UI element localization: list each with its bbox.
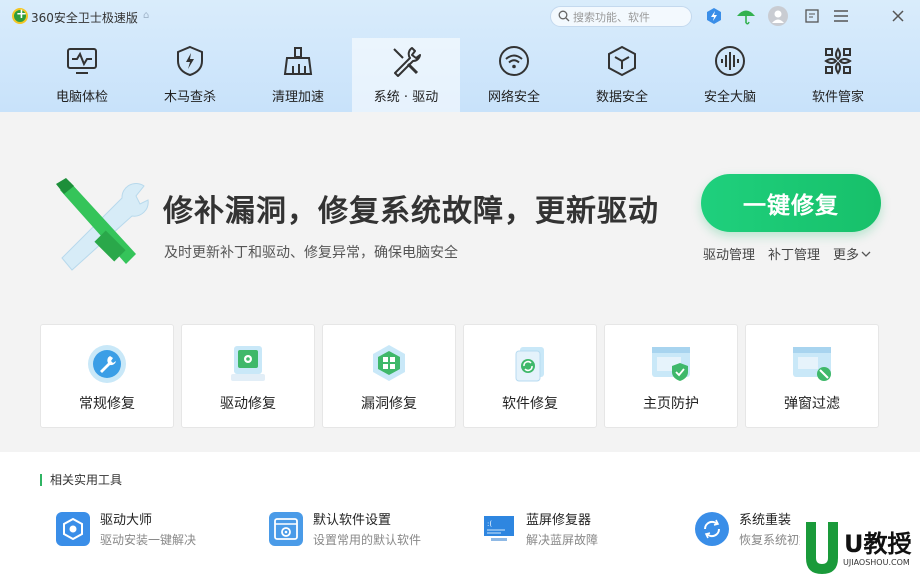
tab-label: 数据安全	[595, 90, 648, 105]
avatar[interactable]	[768, 6, 788, 26]
feedback-icon[interactable]	[802, 6, 822, 26]
hero-headline: 修补漏洞，修复系统故障，更新驱动	[163, 194, 659, 229]
brain-icon	[713, 44, 747, 78]
watermark-sub: UJIAOSHOU.COM	[843, 558, 910, 567]
tab-label: 系统 · 驱动	[373, 90, 439, 105]
tab-label: 软件管家	[811, 90, 864, 105]
popup-block-icon	[790, 343, 834, 385]
card-label: 驱动修复	[220, 396, 276, 412]
tool-default-software[interactable]: 默认软件设置 设置常用的默认软件	[269, 512, 421, 548]
card-regular-repair[interactable]: 常规修复	[40, 324, 174, 428]
more-label: 更多	[833, 248, 860, 263]
card-software-repair[interactable]: 软件修复	[463, 324, 597, 428]
tab-label: 安全大脑	[703, 90, 756, 105]
driver-disk-icon	[226, 343, 270, 385]
search-icon	[558, 10, 570, 22]
tab-network-security[interactable]: 网络安全	[460, 38, 568, 112]
one-click-repair-button[interactable]: 一键修复	[701, 174, 881, 232]
broom-icon	[281, 44, 315, 78]
card-vulnerability-repair[interactable]: 漏洞修复	[322, 324, 456, 428]
chevron-down-icon	[861, 251, 871, 257]
bluescreen-icon: :(	[482, 512, 516, 546]
card-label: 常规修复	[79, 396, 135, 412]
tool-name: 蓝屏修复器	[526, 513, 592, 528]
driver-master-icon	[56, 512, 90, 546]
main-nav: 电脑体检 木马查杀 清理加速 系统 · 驱动 网络安全 数据安全 安全大脑 软件…	[28, 38, 892, 112]
wrench-circle-icon	[85, 343, 129, 385]
search-box[interactable]	[550, 6, 692, 27]
app-logo	[12, 7, 28, 24]
card-popup-filter[interactable]: 弹窗过滤	[745, 324, 879, 428]
default-software-icon	[269, 512, 303, 546]
tab-label: 木马查杀	[163, 90, 216, 105]
tab-software-manager[interactable]: 软件管家	[784, 38, 892, 112]
tool-desc: 驱动安装一键解决	[100, 533, 197, 547]
watermark-logo: U教授 UJIAOSHOU.COM	[800, 518, 918, 580]
tab-label: 网络安全	[487, 90, 540, 105]
tool-desc: 设置常用的默认软件	[313, 533, 422, 547]
watermark-windows-icon	[806, 522, 838, 574]
repair-cards: 常规修复 驱动修复 漏洞修复 软件修复 主页防护 弹窗过滤	[40, 324, 886, 428]
tab-label: 清理加速	[271, 90, 324, 105]
tab-security-brain[interactable]: 安全大脑	[676, 38, 784, 112]
umbrella-icon[interactable]	[736, 6, 756, 26]
hero-links: 驱动管理 补丁管理 更多	[703, 244, 871, 263]
patch-management-link[interactable]: 补丁管理	[768, 244, 820, 263]
card-driver-repair[interactable]: 驱动修复	[181, 324, 315, 428]
tool-name: 默认软件设置	[313, 513, 392, 528]
more-dropdown[interactable]: 更多	[833, 244, 871, 263]
speed-icon[interactable]	[704, 6, 724, 26]
search-input[interactable]	[573, 9, 685, 25]
software-refresh-icon	[508, 343, 552, 385]
tab-trojan-scan[interactable]: 木马查杀	[136, 38, 244, 112]
watermark-text: U教授	[844, 530, 912, 558]
apps-icon	[821, 44, 855, 78]
version-icon[interactable]: ⌂	[143, 11, 153, 21]
tool-driver-master[interactable]: 驱动大师 驱动安装一键解决	[56, 512, 196, 548]
tool-bluescreen-repair[interactable]: :( 蓝屏修复器 解决蓝屏故障	[482, 512, 598, 548]
tab-label: 电脑体检	[55, 90, 108, 105]
card-label: 漏洞修复	[361, 396, 417, 412]
hero-subline: 及时更新补丁和驱动、修复异常，确保电脑安全	[164, 245, 458, 261]
shield-lightning-icon	[173, 44, 207, 78]
windows-shield-icon	[367, 343, 411, 385]
homepage-shield-icon	[649, 343, 693, 385]
card-label: 软件修复	[502, 396, 558, 412]
reinstall-icon	[695, 512, 729, 546]
app-title: 360安全卫士极速版	[31, 11, 138, 25]
driver-management-link[interactable]: 驱动管理	[703, 244, 755, 263]
card-label: 主页防护	[643, 396, 699, 412]
repair-tools-illustration	[56, 178, 149, 271]
title-bar: 360安全卫士极速版 ⌂	[0, 0, 920, 34]
close-icon[interactable]	[888, 6, 908, 26]
card-label: 弹窗过滤	[784, 396, 840, 412]
svg-text::(: :(	[487, 520, 492, 528]
tab-data-security[interactable]: 数据安全	[568, 38, 676, 112]
tool-desc: 解决蓝屏故障	[526, 533, 599, 547]
menu-icon[interactable]	[831, 6, 851, 26]
tab-system-driver[interactable]: 系统 · 驱动	[352, 38, 460, 112]
tools-icon	[389, 44, 423, 78]
tab-cleanup[interactable]: 清理加速	[244, 38, 352, 112]
monitor-check-icon	[65, 44, 99, 78]
tool-name: 驱动大师	[100, 513, 153, 528]
wifi-icon	[497, 44, 531, 78]
top-bar: 360安全卫士极速版 ⌂	[0, 0, 920, 112]
tools-heading: 相关实用工具	[40, 474, 122, 486]
hexagon-icon	[605, 44, 639, 78]
card-homepage-protection[interactable]: 主页防护	[604, 324, 738, 428]
tab-pc-checkup[interactable]: 电脑体检	[28, 38, 136, 112]
